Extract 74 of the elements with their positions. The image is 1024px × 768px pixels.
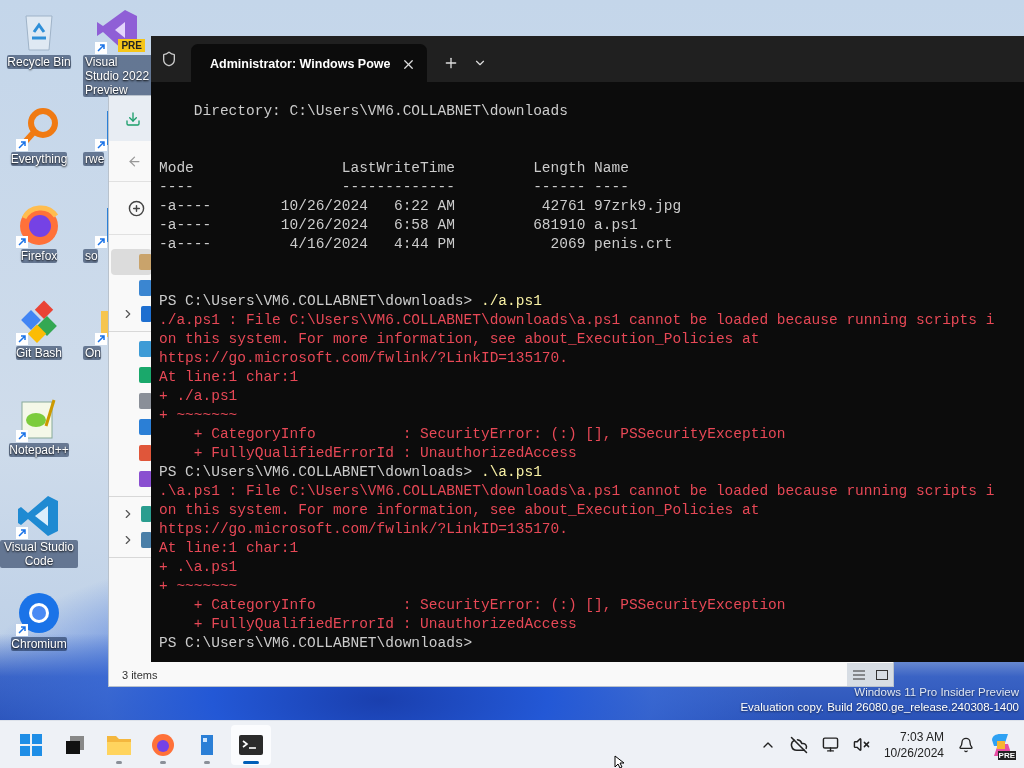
folder-icon (141, 306, 152, 322)
prompt: PS C:\Users\VM6.COLLABNET\downloads> (159, 463, 474, 482)
folder-icon (138, 471, 152, 487)
desktop-icon-label[interactable]: On (83, 346, 101, 360)
error-line: + FullyQualifiedErrorId : UnauthorizedAccess (192, 615, 578, 634)
new-icon[interactable] (128, 199, 145, 217)
terminal-tab[interactable]: Administrator: Windows Powe (191, 44, 427, 82)
prompt: PS C:\Users\VM6.COLLABNET\downloads> (159, 634, 474, 653)
output-line: -a---- 10/26/2024 6:22 AM 42761 97zrk9.jpg (159, 197, 683, 216)
volume-muted-icon[interactable] (852, 736, 870, 753)
desktop-icon-label[interactable]: Recycle Bin (7, 55, 71, 69)
error-line: + .\a.ps1 (159, 558, 239, 577)
mouse-pointer-icon (614, 755, 626, 768)
windows-logo-icon (19, 732, 43, 757)
output-line: Directory: C:\Users\VM6.COLLABNET\downloads (192, 102, 569, 121)
error-line: ./a.ps1 : File C:\Users\VM6.COLLABNET\downloads\a.ps1 cannot be loaded because running scripts i (159, 311, 996, 330)
output-line: -a---- 10/26/2024 6:58 AM 681910 a.ps1 (159, 216, 639, 235)
chromium-icon (16, 590, 62, 636)
cloud-off-icon[interactable] (789, 735, 808, 754)
folder-icon (138, 341, 152, 357)
error-line: on this system. For more information, see about_Execution_Policies at (159, 501, 761, 520)
desktop-icon-label[interactable]: Visual Studio Code (0, 540, 78, 568)
evaluation-notice: Windows 11 Pro Insider Preview (854, 685, 1019, 700)
prompt: PS C:\Users\VM6.COLLABNET\downloads> (159, 292, 474, 311)
download-icon[interactable] (125, 110, 141, 127)
monitor-icon[interactable] (821, 736, 839, 753)
plus-icon (443, 55, 459, 71)
evaluation-notice: Evaluation copy. Build 26080.ge_release.240308-1400 (740, 700, 1019, 715)
error-line: + ~~~~~~~ (159, 577, 239, 596)
error-line: .\a.ps1 : File C:\Users\VM6.COLLABNET\downloads\a.ps1 cannot be loaded because running scripts i (159, 482, 996, 501)
error-line: https://go.microsoft.com/fwlink/?LinkID=135170. (159, 520, 569, 539)
desktop-icon-label[interactable]: Everything (10, 152, 68, 166)
folder-icon (138, 419, 152, 435)
taskbar-app-button[interactable] (231, 724, 271, 765)
desktop-icon-label[interactable]: Notepad++ (9, 443, 69, 457)
task-view-icon (64, 733, 86, 756)
list-icon (851, 668, 866, 681)
bell-icon[interactable] (958, 736, 974, 753)
error-line: + ./a.ps1 (159, 387, 239, 406)
folder-icon (138, 367, 152, 383)
error-line: At line:1 char:1 (159, 368, 300, 387)
folder-icon (141, 532, 152, 548)
window-icon (874, 668, 889, 681)
error-line: on this system. For more information, see about_Execution_Policies at (159, 330, 761, 349)
sidebar-item[interactable] (111, 249, 152, 275)
folder-icon (138, 280, 152, 296)
command: ./a.ps1 (480, 292, 542, 311)
command: .\a.ps1 (480, 463, 542, 482)
error-line: At line:1 char:1 (159, 539, 300, 558)
tab-title: Administrator: Windows Powe (210, 57, 391, 71)
clock-time[interactable]: 7:03 AM (899, 728, 944, 745)
preview-badge: PRE (997, 750, 1016, 760)
tiles-view-button[interactable] (870, 663, 893, 686)
preview-badge: PRE (118, 39, 145, 52)
folder-icon (138, 393, 152, 409)
folder-icon (138, 254, 152, 270)
shield-icon (161, 51, 177, 67)
firefox-icon (151, 732, 175, 757)
error-line: + CategoryInfo : SecurityError: (:) [], PSSecurityException (192, 596, 787, 615)
output-line: ---- ------------- ------ ---- (159, 178, 630, 197)
error-line: https://go.microsoft.com/fwlink/?LinkID=135170. (159, 349, 569, 368)
terminal-icon (238, 733, 264, 756)
error-line: + CategoryInfo : SecurityError: (:) [], PSSecurityException (192, 425, 787, 444)
output-line: -a---- 4/16/2024 4:44 PM 2069 penis.crt (159, 235, 674, 254)
folder-icon (138, 445, 152, 461)
clock-date[interactable]: 10/26/2024 (883, 744, 944, 761)
error-line: + ~~~~~~~ (159, 406, 239, 425)
item-count: 3 items (122, 668, 158, 681)
output-line: Mode LastWriteTime Length Name (159, 159, 630, 178)
desktop-icon-label[interactable]: Firefox (20, 249, 58, 263)
desktop-icon-label[interactable]: Chromium (11, 637, 67, 651)
error-line: + FullyQualifiedErrorId : UnauthorizedAccess (192, 444, 578, 463)
folder-icon (141, 506, 152, 522)
desktop-icon-label[interactable]: Git Bash (16, 346, 62, 360)
